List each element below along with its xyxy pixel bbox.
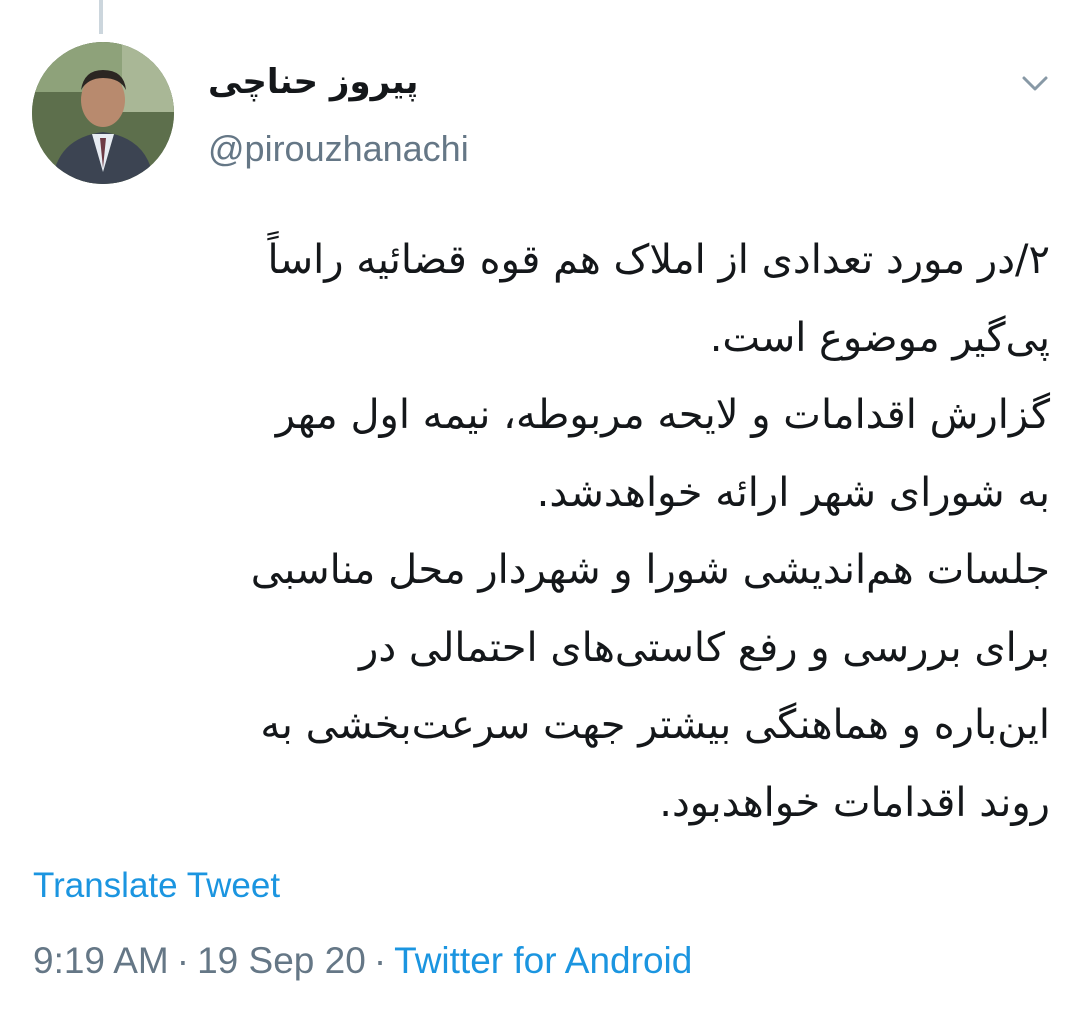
tweet-text-line: گزارش اقدامات و لایحه مربوطه، نیمه اول م… [275,392,1050,438]
translate-tweet-link[interactable]: Translate Tweet [33,866,280,906]
tweet-text-line: این‌باره و هماهنگی بیشتر جهت سرعت‌بخشی ب… [260,702,1050,748]
tweet-text: ۲/در مورد تعدادی از املاک هم قوه قضائیه … [30,222,1050,842]
tweet-text-line: ۲/در مورد تعدادی از املاک هم قوه قضائیه … [267,237,1050,283]
tweet-text-line: جلسات هم‌اندیشی شورا و شهردار محل مناسبی [250,547,1050,593]
tweet-text-line: به شورای شهر ارائه خواهدشد. [536,469,1050,516]
avatar[interactable] [32,42,174,184]
tweet-text-line: برای بررسی و رفع کاستی‌های احتمالی در [359,624,1050,671]
chevron-down-icon[interactable] [1020,68,1050,98]
separator-dot: · [176,940,190,981]
tweet-date: 19 Sep 20 [197,940,366,981]
thread-connector-line [99,0,103,34]
tweet-time: 9:19 AM [33,940,169,981]
avatar-photo [32,42,174,184]
tweet-source-link[interactable]: Twitter for Android [394,940,692,981]
display-name[interactable]: پیروز حناچی [208,62,418,102]
tweet-text-line: پی‌گیر موضوع است. [709,314,1050,361]
separator-dot: · [373,940,387,981]
tweet-text-line: روند اقدامات خواهدبود. [659,779,1050,826]
tweet-metadata: 9:19 AM · 19 Sep 20 · Twitter for Android [33,940,692,982]
user-handle[interactable]: @pirouzhanachi [208,128,469,170]
